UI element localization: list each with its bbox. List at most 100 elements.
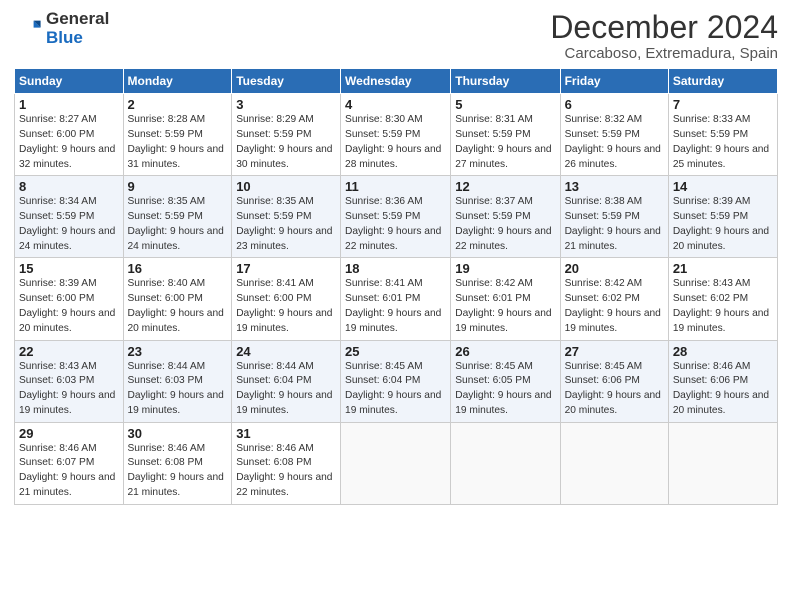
col-sunday: Sunday: [15, 69, 124, 94]
col-monday: Monday: [123, 69, 232, 94]
day-number: 15: [19, 261, 119, 276]
calendar-cell: 23 Sunrise: 8:44 AMSunset: 6:03 PMDaylig…: [123, 340, 232, 422]
calendar-cell: 18 Sunrise: 8:41 AMSunset: 6:01 PMDaylig…: [341, 258, 451, 340]
day-number: 14: [673, 179, 773, 194]
day-info: Sunrise: 8:32 AMSunset: 5:59 PMDaylight:…: [565, 114, 661, 169]
calendar-cell: 16 Sunrise: 8:40 AMSunset: 6:00 PMDaylig…: [123, 258, 232, 340]
day-number: 24: [236, 344, 336, 359]
calendar-cell: 29 Sunrise: 8:46 AMSunset: 6:07 PMDaylig…: [15, 422, 124, 504]
day-number: 26: [455, 344, 555, 359]
day-info: Sunrise: 8:35 AMSunset: 5:59 PMDaylight:…: [128, 196, 224, 251]
day-number: 10: [236, 179, 336, 194]
calendar-cell: 3 Sunrise: 8:29 AMSunset: 5:59 PMDayligh…: [232, 94, 341, 176]
calendar-cell: 28 Sunrise: 8:46 AMSunset: 6:06 PMDaylig…: [668, 340, 777, 422]
calendar-cell: 9 Sunrise: 8:35 AMSunset: 5:59 PMDayligh…: [123, 176, 232, 258]
calendar-cell: 20 Sunrise: 8:42 AMSunset: 6:02 PMDaylig…: [560, 258, 668, 340]
calendar-cell: 13 Sunrise: 8:38 AMSunset: 5:59 PMDaylig…: [560, 176, 668, 258]
day-number: 30: [128, 426, 228, 441]
day-number: 2: [128, 97, 228, 112]
day-info: Sunrise: 8:33 AMSunset: 5:59 PMDaylight:…: [673, 114, 769, 169]
col-friday: Friday: [560, 69, 668, 94]
calendar-cell: 11 Sunrise: 8:36 AMSunset: 5:59 PMDaylig…: [341, 176, 451, 258]
day-number: 1: [19, 97, 119, 112]
calendar-cell: 30 Sunrise: 8:46 AMSunset: 6:08 PMDaylig…: [123, 422, 232, 504]
day-number: 28: [673, 344, 773, 359]
day-info: Sunrise: 8:30 AMSunset: 5:59 PMDaylight:…: [345, 114, 441, 169]
day-number: 29: [19, 426, 119, 441]
day-info: Sunrise: 8:46 AMSunset: 6:07 PMDaylight:…: [19, 443, 115, 498]
day-info: Sunrise: 8:46 AMSunset: 6:06 PMDaylight:…: [673, 361, 769, 416]
day-number: 13: [565, 179, 664, 194]
day-number: 31: [236, 426, 336, 441]
day-number: 11: [345, 179, 446, 194]
day-number: 20: [565, 261, 664, 276]
day-info: Sunrise: 8:44 AMSunset: 6:04 PMDaylight:…: [236, 361, 332, 416]
calendar-cell: 15 Sunrise: 8:39 AMSunset: 6:00 PMDaylig…: [15, 258, 124, 340]
calendar-cell: 26 Sunrise: 8:45 AMSunset: 6:05 PMDaylig…: [451, 340, 560, 422]
logo-general: General: [46, 9, 109, 28]
calendar-cell: 4 Sunrise: 8:30 AMSunset: 5:59 PMDayligh…: [341, 94, 451, 176]
calendar-cell: 27 Sunrise: 8:45 AMSunset: 6:06 PMDaylig…: [560, 340, 668, 422]
day-number: 23: [128, 344, 228, 359]
calendar-cell: [451, 422, 560, 504]
calendar-week-row: 22 Sunrise: 8:43 AMSunset: 6:03 PMDaylig…: [15, 340, 778, 422]
calendar-cell: 24 Sunrise: 8:44 AMSunset: 6:04 PMDaylig…: [232, 340, 341, 422]
calendar-cell: [560, 422, 668, 504]
day-number: 21: [673, 261, 773, 276]
day-info: Sunrise: 8:45 AMSunset: 6:04 PMDaylight:…: [345, 361, 441, 416]
calendar-cell: 22 Sunrise: 8:43 AMSunset: 6:03 PMDaylig…: [15, 340, 124, 422]
col-wednesday: Wednesday: [341, 69, 451, 94]
day-info: Sunrise: 8:29 AMSunset: 5:59 PMDaylight:…: [236, 114, 332, 169]
day-number: 8: [19, 179, 119, 194]
day-info: Sunrise: 8:46 AMSunset: 6:08 PMDaylight:…: [128, 443, 224, 498]
calendar-cell: 12 Sunrise: 8:37 AMSunset: 5:59 PMDaylig…: [451, 176, 560, 258]
calendar-week-row: 1 Sunrise: 8:27 AMSunset: 6:00 PMDayligh…: [15, 94, 778, 176]
calendar-week-row: 8 Sunrise: 8:34 AMSunset: 5:59 PMDayligh…: [15, 176, 778, 258]
day-info: Sunrise: 8:42 AMSunset: 6:01 PMDaylight:…: [455, 278, 551, 333]
calendar-cell: 7 Sunrise: 8:33 AMSunset: 5:59 PMDayligh…: [668, 94, 777, 176]
day-info: Sunrise: 8:46 AMSunset: 6:08 PMDaylight:…: [236, 443, 332, 498]
day-number: 19: [455, 261, 555, 276]
day-info: Sunrise: 8:39 AMSunset: 5:59 PMDaylight:…: [673, 196, 769, 251]
calendar-cell: 25 Sunrise: 8:45 AMSunset: 6:04 PMDaylig…: [341, 340, 451, 422]
calendar-cell: 2 Sunrise: 8:28 AMSunset: 5:59 PMDayligh…: [123, 94, 232, 176]
calendar-cell: 5 Sunrise: 8:31 AMSunset: 5:59 PMDayligh…: [451, 94, 560, 176]
day-number: 7: [673, 97, 773, 112]
title-section: December 2024 Carcaboso, Extremadura, Sp…: [550, 10, 778, 62]
calendar-cell: 14 Sunrise: 8:39 AMSunset: 5:59 PMDaylig…: [668, 176, 777, 258]
calendar-cell: [341, 422, 451, 504]
calendar-table: Sunday Monday Tuesday Wednesday Thursday…: [14, 68, 778, 505]
day-number: 3: [236, 97, 336, 112]
day-number: 25: [345, 344, 446, 359]
calendar-cell: 31 Sunrise: 8:46 AMSunset: 6:08 PMDaylig…: [232, 422, 341, 504]
calendar-cell: 8 Sunrise: 8:34 AMSunset: 5:59 PMDayligh…: [15, 176, 124, 258]
day-info: Sunrise: 8:40 AMSunset: 6:00 PMDaylight:…: [128, 278, 224, 333]
logo-blue: Blue: [46, 29, 109, 48]
calendar-cell: 17 Sunrise: 8:41 AMSunset: 6:00 PMDaylig…: [232, 258, 341, 340]
subtitle: Carcaboso, Extremadura, Spain: [550, 45, 778, 62]
main-title: December 2024: [550, 10, 778, 45]
calendar-cell: [668, 422, 777, 504]
calendar-cell: 10 Sunrise: 8:35 AMSunset: 5:59 PMDaylig…: [232, 176, 341, 258]
day-info: Sunrise: 8:36 AMSunset: 5:59 PMDaylight:…: [345, 196, 441, 251]
day-info: Sunrise: 8:28 AMSunset: 5:59 PMDaylight:…: [128, 114, 224, 169]
logo: General Blue: [14, 10, 109, 47]
day-info: Sunrise: 8:31 AMSunset: 5:59 PMDaylight:…: [455, 114, 551, 169]
page: General Blue December 2024 Carcaboso, Ex…: [0, 0, 792, 612]
day-info: Sunrise: 8:37 AMSunset: 5:59 PMDaylight:…: [455, 196, 551, 251]
col-tuesday: Tuesday: [232, 69, 341, 94]
day-info: Sunrise: 8:35 AMSunset: 5:59 PMDaylight:…: [236, 196, 332, 251]
day-info: Sunrise: 8:44 AMSunset: 6:03 PMDaylight:…: [128, 361, 224, 416]
day-number: 6: [565, 97, 664, 112]
day-info: Sunrise: 8:43 AMSunset: 6:02 PMDaylight:…: [673, 278, 769, 333]
day-info: Sunrise: 8:43 AMSunset: 6:03 PMDaylight:…: [19, 361, 115, 416]
day-info: Sunrise: 8:39 AMSunset: 6:00 PMDaylight:…: [19, 278, 115, 333]
day-info: Sunrise: 8:42 AMSunset: 6:02 PMDaylight:…: [565, 278, 661, 333]
calendar-cell: 21 Sunrise: 8:43 AMSunset: 6:02 PMDaylig…: [668, 258, 777, 340]
calendar-cell: 6 Sunrise: 8:32 AMSunset: 5:59 PMDayligh…: [560, 94, 668, 176]
day-info: Sunrise: 8:34 AMSunset: 5:59 PMDaylight:…: [19, 196, 115, 251]
day-number: 17: [236, 261, 336, 276]
day-info: Sunrise: 8:45 AMSunset: 6:05 PMDaylight:…: [455, 361, 551, 416]
day-number: 27: [565, 344, 664, 359]
day-info: Sunrise: 8:27 AMSunset: 6:00 PMDaylight:…: [19, 114, 115, 169]
